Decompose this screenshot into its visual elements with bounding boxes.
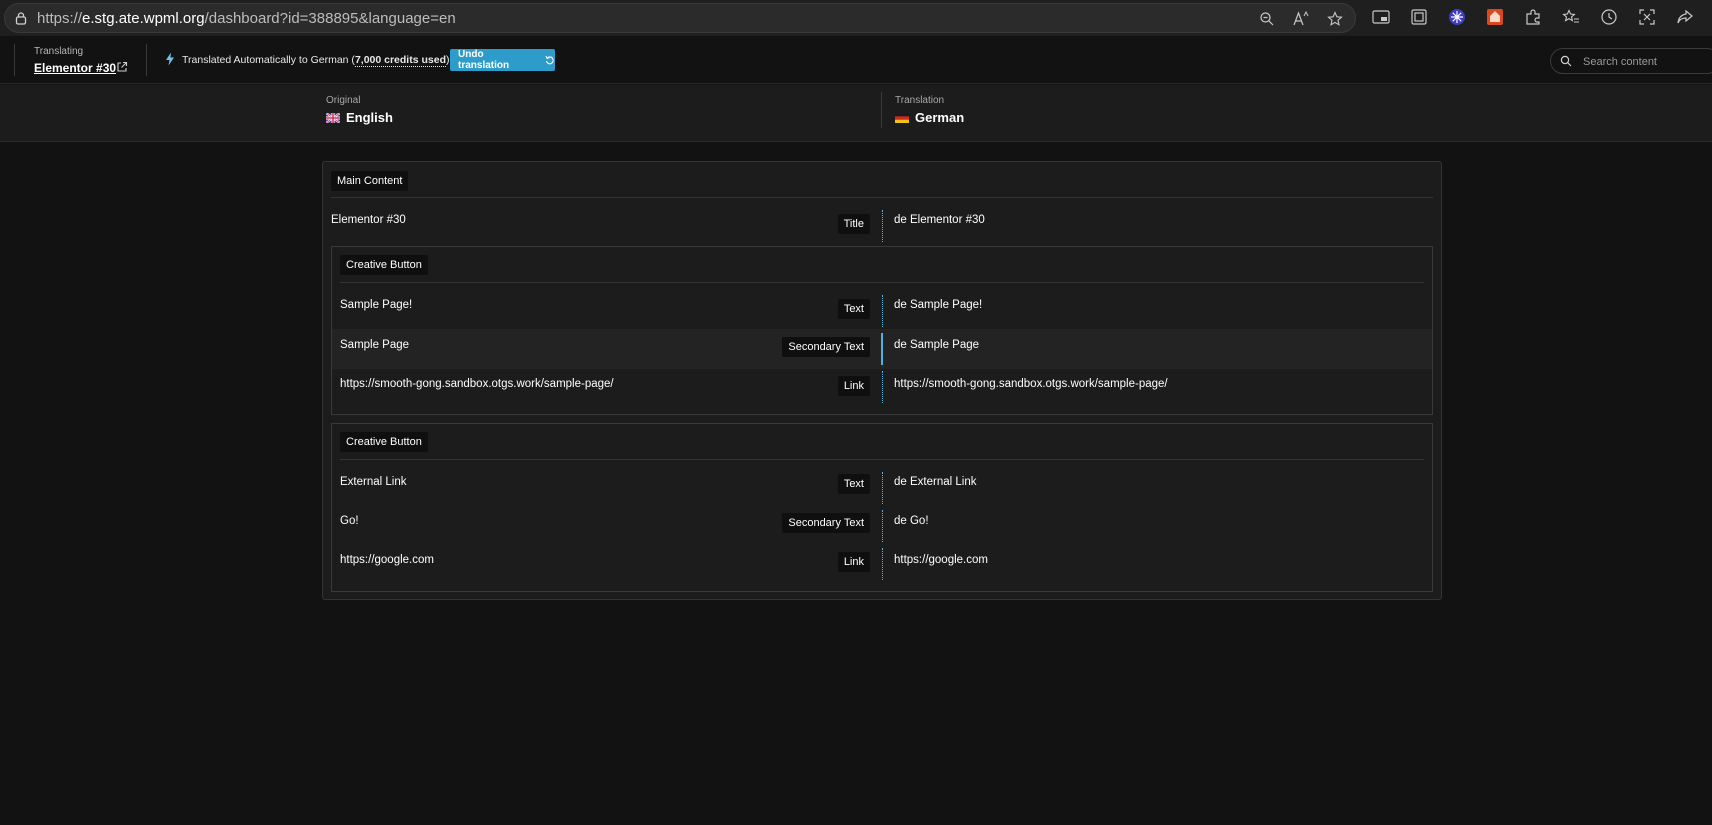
credits-used[interactable]: 7,000 credits used [354,54,446,67]
original-language-name: English [346,110,393,125]
group-title: Creative Button [340,432,428,452]
undo-translation-label: Undo translation [458,49,510,71]
field-label-title: Title [837,214,870,234]
history-icon[interactable] [1598,6,1620,28]
target-secondary-text[interactable]: de Sample Page [894,339,979,351]
field-label-secondary-text: Secondary Text [782,337,870,357]
germany-flag-icon [895,112,909,123]
target-text[interactable]: de External Link [894,476,976,488]
source-text[interactable]: Sample Page! [340,299,412,311]
picture-in-picture-icon[interactable] [1370,6,1392,28]
undo-icon [545,55,555,65]
url-path: /dashboard?id=388895&language=en [204,10,456,27]
search-input[interactable] [1583,53,1712,71]
language-bar: Original English Translation German [0,85,1712,142]
target-text[interactable]: de Sample Page! [894,299,982,311]
row-separator [882,548,883,580]
section-title-main-content: Main Content [331,171,409,191]
target-secondary-text[interactable]: de Go! [894,515,929,527]
auto-translation-status: Translated Automatically to German (7,00… [182,54,450,67]
share-icon[interactable] [1674,6,1696,28]
content-panel: Main Content Elementor #30 Title de Elem… [322,161,1442,600]
extension-castle-icon[interactable] [1484,6,1506,28]
header-divider [146,44,147,76]
favorites-icon[interactable] [1560,6,1582,28]
field-label-link: Link [837,376,870,396]
original-language: English [326,110,393,125]
source-link[interactable]: https://smooth-gong.sandbox.otgs.work/sa… [340,378,614,390]
row-separator [882,472,883,504]
screenshot-icon[interactable] [1636,6,1658,28]
url-host: e.stg.ate.wpml.org [82,10,205,27]
source-text[interactable]: External Link [340,476,406,488]
group-divider [340,282,1424,283]
document-title-link[interactable]: Elementor #30 [34,61,116,75]
row-separator [882,510,883,542]
uk-flag-icon [326,112,340,123]
group-divider [340,459,1424,460]
source-title[interactable]: Elementor #30 [331,214,406,226]
address-bar[interactable]: https://e.stg.ate.wpml.org/dashboard?id=… [4,3,1356,33]
url-text[interactable]: https://e.stg.ate.wpml.org/dashboard?id=… [37,10,456,27]
field-label-link: Link [837,552,870,572]
translation-language-name: German [915,110,965,125]
header-divider [14,44,15,76]
field-label-text: Text [837,299,870,319]
creative-button-group: Creative Button External Link Text de Ex… [331,423,1433,592]
field-label-secondary-text: Secondary Text [782,513,870,533]
lightning-bolt-icon [166,52,174,66]
translation-label: Translation [895,95,945,106]
source-secondary-text[interactable]: Sample Page [340,339,409,351]
creative-button-group: Creative Button Sample Page! Text de Sam… [331,246,1433,415]
language-divider [881,92,882,128]
target-link[interactable]: https://smooth-gong.sandbox.otgs.work/sa… [894,378,1168,390]
search-box[interactable] [1550,48,1712,74]
target-title[interactable]: de Elementor #30 [894,214,985,226]
field-label-text: Text [837,474,870,494]
target-link[interactable]: https://google.com [894,554,988,566]
group-title: Creative Button [340,255,428,275]
extension-spark-icon[interactable] [1446,6,1468,28]
zoom-icon[interactable] [1257,9,1277,29]
translating-label: Translating [34,46,84,57]
url-scheme: https:// [37,10,83,27]
original-label: Original [326,95,361,106]
source-secondary-text[interactable]: Go! [340,515,359,527]
row-separator [882,371,883,403]
undo-translation-button[interactable]: Undo translation [450,49,555,71]
app-header: Translating Elementor #30 Translated Aut… [0,36,1712,84]
lock-icon[interactable] [14,11,28,25]
favorite-star-icon[interactable] [1325,9,1345,29]
auto-translation-suffix: ) [446,54,450,66]
browser-toolbar: https://e.stg.ate.wpml.org/dashboard?id=… [0,0,1712,36]
read-aloud-icon[interactable] [1291,9,1311,29]
source-link[interactable]: https://google.com [340,554,434,566]
section-divider [331,197,1433,198]
translation-language: German [895,110,964,125]
external-link-icon[interactable] [116,61,128,73]
auto-translation-text: Translated Automatically to German ( [182,54,355,66]
active-row-indicator [881,333,883,365]
search-icon [1560,55,1572,67]
extensions-puzzle-icon[interactable] [1522,6,1544,28]
split-screen-icon[interactable] [1408,6,1430,28]
row-separator [882,295,883,327]
row-separator [882,210,883,242]
